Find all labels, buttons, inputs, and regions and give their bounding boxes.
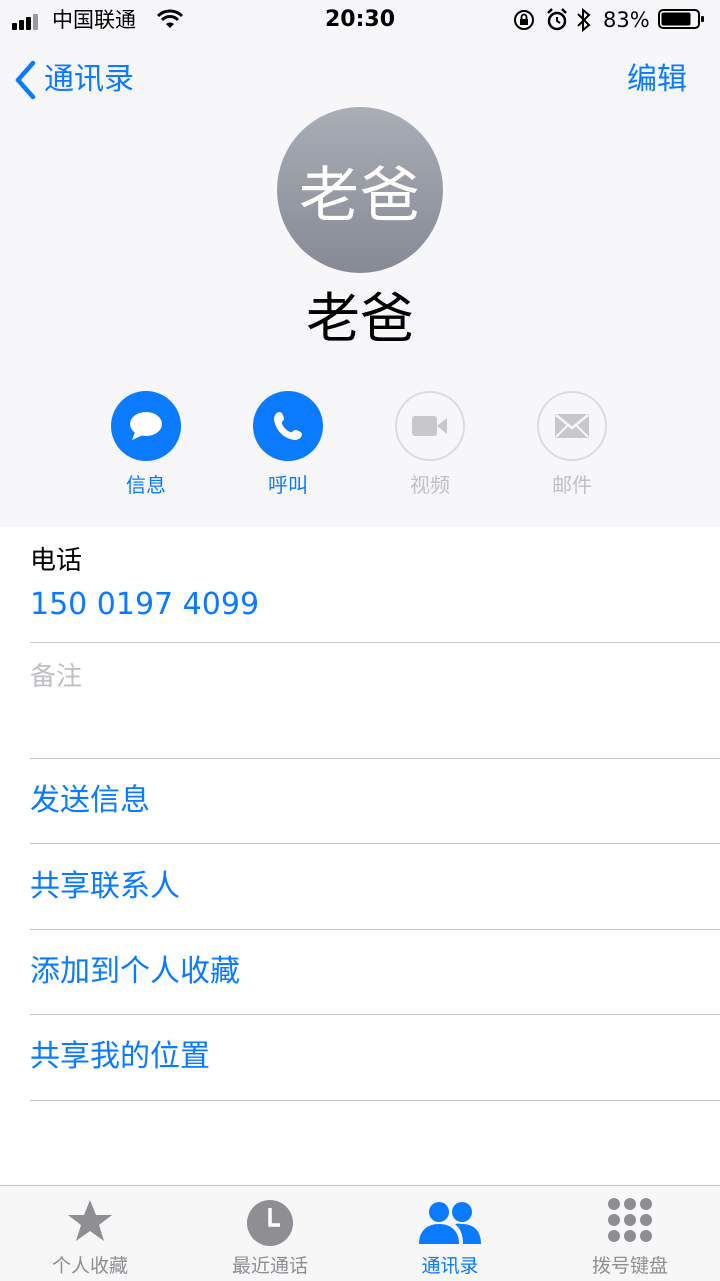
edit-button[interactable]: 编辑	[627, 58, 687, 102]
notes-field[interactable]: 备注	[30, 660, 82, 694]
chevron-left-icon	[15, 60, 36, 100]
send-message-link[interactable]: 发送信息	[30, 781, 150, 821]
orientation-lock-icon	[514, 10, 534, 30]
battery-icon	[658, 9, 704, 29]
divider	[30, 843, 720, 844]
divider	[30, 1100, 720, 1101]
share-location-link[interactable]: 共享我的位置	[30, 1037, 210, 1077]
mail-action-button[interactable]: 邮件	[517, 391, 627, 497]
battery-percentage: 83%	[603, 8, 650, 32]
tab-contacts[interactable]: 通讯录	[360, 1186, 540, 1281]
phone-number[interactable]: 150 0197 4099	[30, 586, 259, 624]
tab-bar: 个人收藏 最近通话 通讯录 拨号键盘	[0, 1185, 720, 1281]
contact-name: 老爸	[306, 287, 414, 350]
call-action-button[interactable]: 呼叫	[233, 391, 343, 497]
tab-favorites[interactable]: 个人收藏	[0, 1186, 180, 1281]
call-action-label: 呼叫	[268, 473, 308, 497]
divider	[30, 758, 720, 759]
divider	[30, 929, 720, 930]
tab-recents[interactable]: 最近通话	[180, 1186, 360, 1281]
video-action-label: 视频	[410, 473, 450, 497]
clock-icon	[247, 1200, 293, 1246]
contact-header: 中国联通 20:30 83% 通讯录 编辑 老爸 老爸 信息 呼叫 视频 邮件	[0, 0, 720, 527]
video-action-button[interactable]: 视频	[375, 391, 485, 497]
keypad-icon	[608, 1198, 652, 1242]
mail-icon	[537, 391, 607, 461]
back-button[interactable]: 通讯录	[14, 58, 134, 102]
alarm-icon	[547, 8, 567, 31]
contacts-icon	[419, 1202, 481, 1244]
divider	[30, 1014, 720, 1015]
tab-recents-label: 最近通话	[231, 1255, 308, 1277]
video-icon	[395, 391, 465, 461]
phone-field-label: 电话	[30, 546, 83, 576]
tab-keypad[interactable]: 拨号键盘	[540, 1186, 720, 1281]
tab-favorites-label: 个人收藏	[51, 1255, 128, 1277]
tab-keypad-label: 拨号键盘	[591, 1255, 668, 1277]
message-icon	[111, 391, 181, 461]
avatar: 老爸	[277, 107, 443, 273]
back-button-label: 通讯录	[44, 62, 134, 97]
status-bar: 中国联通 20:30 83%	[0, 0, 720, 40]
bluetooth-icon	[577, 7, 591, 33]
message-action-button[interactable]: 信息	[91, 391, 201, 497]
divider	[30, 642, 720, 643]
share-contact-link[interactable]: 共享联系人	[30, 867, 180, 907]
mail-action-label: 邮件	[552, 473, 592, 497]
phone-icon	[253, 391, 323, 461]
add-to-favorites-link[interactable]: 添加到个人收藏	[30, 952, 240, 992]
message-action-label: 信息	[126, 473, 166, 497]
tab-contacts-label: 通讯录	[421, 1255, 479, 1277]
star-icon	[68, 1200, 112, 1241]
